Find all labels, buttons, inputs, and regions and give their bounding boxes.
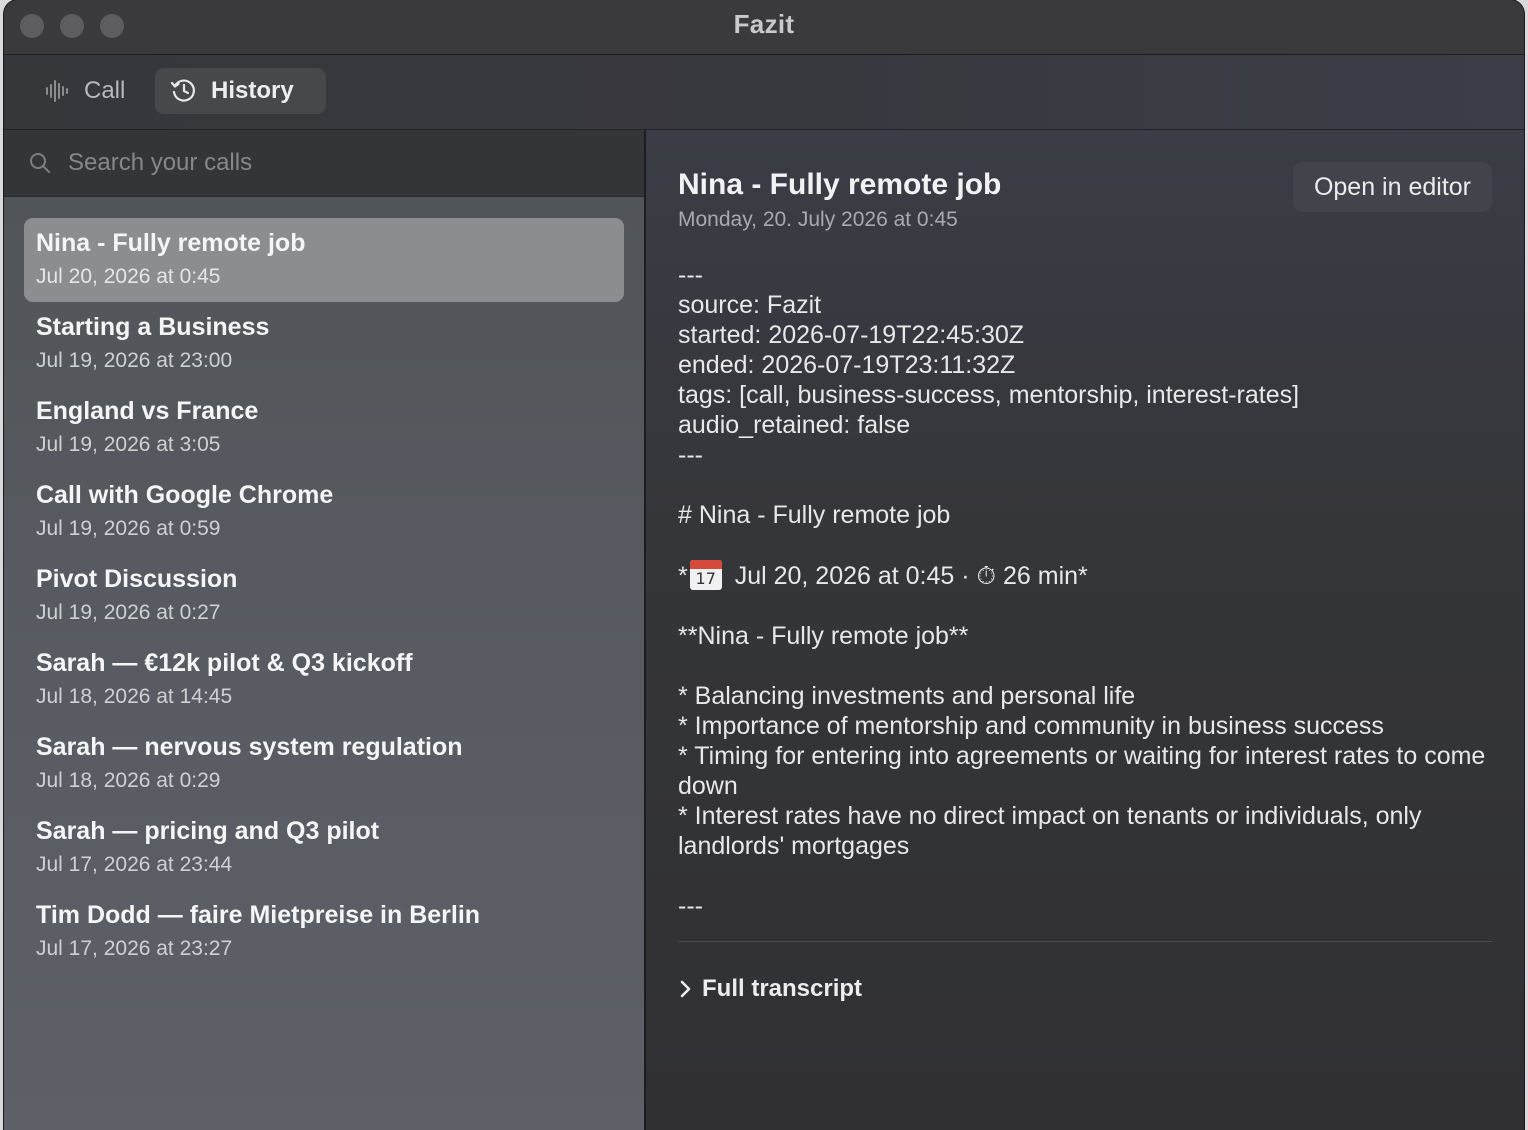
frontmatter-started: started: 2026-07-19T22:45:30Z (678, 321, 1025, 349)
history-sidebar: Nina - Fully remote job Jul 20, 2026 at … (4, 130, 646, 1130)
note-content: --- source: Fazit started: 2026-07-19T22… (678, 260, 1492, 921)
item-date: Jul 19, 2026 at 3:05 (36, 433, 221, 456)
list-item[interactable]: Call with Google Chrome Jul 19, 2026 at … (24, 470, 624, 554)
timer-icon: ⏱ (976, 562, 997, 590)
calendar-icon: 17 (689, 560, 722, 590)
item-title: Sarah — pricing and Q3 pilot (36, 817, 380, 845)
detail-pane: Nina - Fully remote job Monday, 20. July… (646, 130, 1524, 1130)
item-title: Tim Dodd — faire Mietpreise in Berlin (36, 901, 481, 929)
title-bar: Fazit (4, 0, 1524, 55)
bullet-item: * Timing for entering into agreements or… (678, 742, 1486, 800)
item-title: Nina - Fully remote job (36, 229, 306, 257)
item-date: Jul 19, 2026 at 0:59 (36, 517, 221, 540)
list-item[interactable]: England vs France Jul 19, 2026 at 3:05 (24, 386, 624, 470)
list-item[interactable]: Pivot Discussion Jul 19, 2026 at 0:27 (24, 554, 624, 638)
frontmatter-separator: --- (678, 261, 703, 289)
item-title: Starting a Business (36, 313, 270, 341)
frontmatter-tags: tags: [call, business-success, mentorshi… (678, 381, 1300, 409)
item-title: Pivot Discussion (36, 565, 238, 593)
tab-history[interactable]: History (155, 68, 326, 114)
frontmatter-source: source: Fazit (678, 291, 822, 319)
search-input[interactable] (66, 148, 630, 178)
detail-title: Nina - Fully remote job (678, 168, 1002, 201)
waveform-icon (42, 76, 72, 106)
note-heading: # Nina - Fully remote job (678, 501, 951, 529)
list-item[interactable]: Sarah — €12k pilot & Q3 kickoff Jul 18, … (24, 638, 624, 722)
item-title: England vs France (36, 397, 259, 425)
meta-date: Jul 20, 2026 at 0:45 (734, 562, 955, 590)
frontmatter-separator: --- (678, 441, 703, 469)
note-bold-title: **Nina - Fully remote job** (678, 622, 969, 650)
detail-date: Monday, 20. July 2026 at 0:45 (678, 208, 958, 231)
item-date: Jul 20, 2026 at 0:45 (36, 265, 221, 288)
tab-call[interactable]: Call (30, 68, 150, 114)
bullet-item: * Balancing investments and personal lif… (678, 682, 1136, 710)
list-item[interactable]: Tim Dodd — faire Mietpreise in Berlin Ju… (24, 890, 624, 974)
item-title: Call with Google Chrome (36, 481, 334, 509)
note-meta-line: * 17 Jul 20, 2026 at 0:45 · ⏱ 26 min* (678, 560, 1492, 591)
toolbar: Call History (4, 55, 1524, 130)
clock-history-icon (169, 76, 199, 106)
chevron-right-icon (678, 979, 692, 999)
item-date: Jul 19, 2026 at 0:27 (36, 601, 221, 624)
app-window: Fazit Call History Search your calls Nin… (4, 0, 1524, 1130)
item-title: Sarah — nervous system regulation (36, 733, 463, 761)
divider (678, 941, 1492, 942)
list-item[interactable]: Sarah — pricing and Q3 pilot Jul 17, 202… (24, 806, 624, 890)
full-transcript-label: Full transcript (702, 975, 863, 1002)
list-item[interactable]: Sarah — nervous system regulation Jul 18… (24, 722, 624, 806)
meta-duration: 26 min* (1003, 562, 1088, 590)
search-bar (4, 130, 644, 197)
bullet-item: * Interest rates have no direct impact o… (678, 802, 1422, 860)
meta-dot: · (961, 562, 970, 590)
tab-history-label: History (211, 77, 294, 104)
item-date: Jul 19, 2026 at 23:00 (36, 349, 233, 372)
bullet-item: * Importance of mentorship and community… (678, 712, 1384, 740)
item-date: Jul 18, 2026 at 14:45 (36, 685, 233, 708)
item-date: Jul 17, 2026 at 23:44 (36, 853, 233, 876)
tab-call-label: Call (84, 77, 126, 104)
frontmatter-ended: ended: 2026-07-19T23:11:32Z (678, 351, 1016, 379)
list-item-selected[interactable]: Nina - Fully remote job Jul 20, 2026 at … (24, 218, 624, 302)
search-icon (28, 150, 54, 176)
item-title: Sarah — €12k pilot & Q3 kickoff (36, 649, 413, 677)
list-item[interactable]: Starting a Business Jul 19, 2026 at 23:0… (24, 302, 624, 386)
item-date: Jul 17, 2026 at 23:27 (36, 937, 233, 960)
meta-prefix: * (678, 562, 688, 590)
window-title: Fazit (733, 9, 795, 39)
open-in-editor-button[interactable]: Open in editor (1292, 162, 1492, 212)
item-date: Jul 18, 2026 at 0:29 (36, 769, 221, 792)
frontmatter-audio: audio_retained: false (678, 411, 911, 439)
call-list: Nina - Fully remote job Jul 20, 2026 at … (24, 218, 624, 974)
note-end-separator: --- (678, 892, 703, 920)
full-transcript-disclosure[interactable]: Full transcript (678, 975, 862, 1003)
